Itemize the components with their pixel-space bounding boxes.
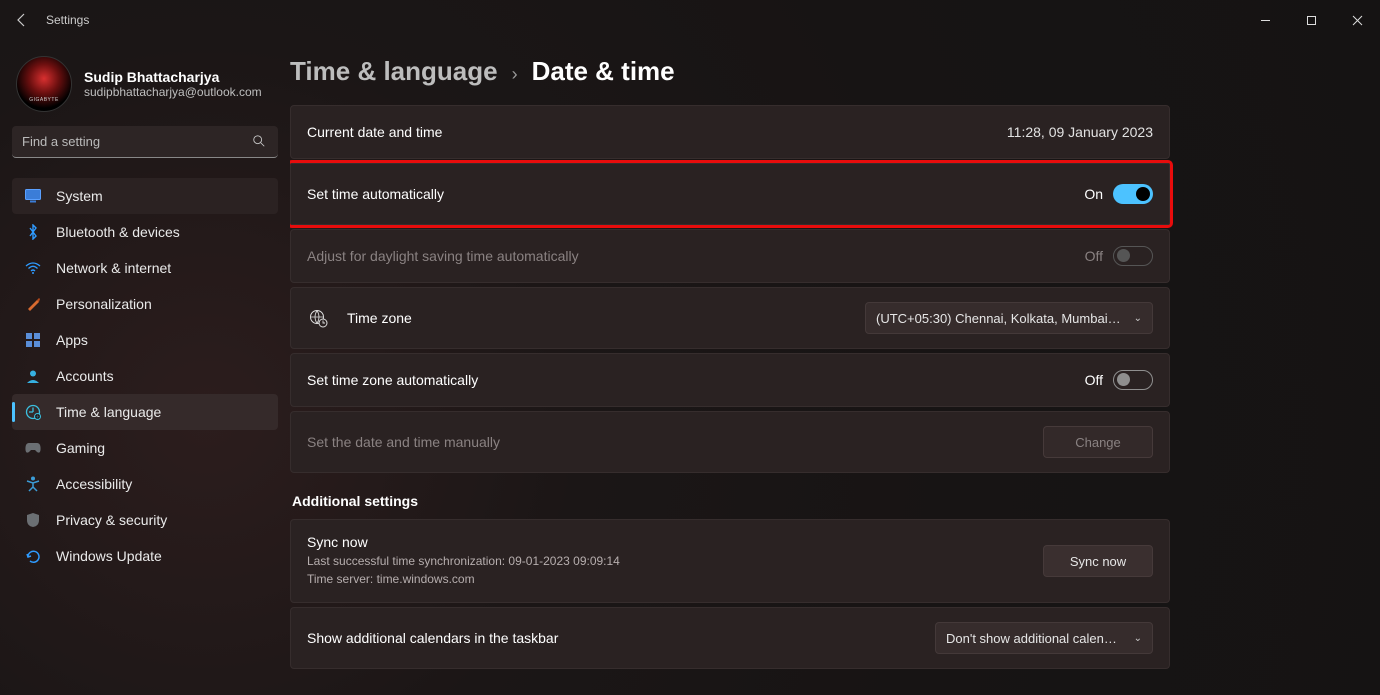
sidebar-item-label: Accessibility bbox=[56, 476, 132, 492]
globe-clock-icon bbox=[307, 307, 329, 329]
row-label: Show additional calendars in the taskbar bbox=[307, 630, 917, 646]
row-label: Adjust for daylight saving time automati… bbox=[307, 248, 1067, 264]
row-dst-auto: Adjust for daylight saving time automati… bbox=[290, 229, 1170, 283]
search-input-wrap[interactable] bbox=[12, 126, 278, 158]
paintbrush-icon bbox=[24, 295, 42, 313]
account-email: sudipbhattacharjya@outlook.com bbox=[84, 85, 262, 99]
row-label: Time zone bbox=[347, 310, 847, 326]
dropdown-value: (UTC+05:30) Chennai, Kolkata, Mumbai, Ne… bbox=[876, 311, 1124, 326]
wifi-icon bbox=[24, 259, 42, 277]
windows-update-icon bbox=[24, 547, 42, 565]
current-datetime-value: 11:28, 09 January 2023 bbox=[1007, 124, 1153, 140]
sidebar-item-label: Gaming bbox=[56, 440, 105, 456]
sidebar-item-personalization[interactable]: Personalization bbox=[12, 286, 278, 322]
sidebar-item-accounts[interactable]: Accounts bbox=[12, 358, 278, 394]
dropdown-value: Don't show additional calendars bbox=[946, 631, 1124, 646]
change-button: Change bbox=[1043, 426, 1153, 458]
sidebar-item-system[interactable]: System bbox=[12, 178, 278, 214]
row-additional-calendars: Show additional calendars in the taskbar… bbox=[290, 607, 1170, 669]
toggle-state-label: On bbox=[1084, 186, 1103, 202]
chevron-down-icon: ⌄ bbox=[1134, 313, 1142, 324]
sidebar-item-label: Accounts bbox=[56, 368, 114, 384]
bluetooth-icon bbox=[24, 223, 42, 241]
time-language-icon bbox=[24, 403, 42, 421]
row-label: Current date and time bbox=[307, 124, 989, 140]
row-current-datetime: Current date and time 11:28, 09 January … bbox=[290, 105, 1170, 159]
row-label: Set time automatically bbox=[307, 186, 1066, 202]
search-icon bbox=[252, 134, 268, 150]
sidebar-item-label: Personalization bbox=[56, 296, 152, 312]
main-content: Time & language › Date & time Current da… bbox=[290, 40, 1190, 695]
timezone-dropdown[interactable]: (UTC+05:30) Chennai, Kolkata, Mumbai, Ne… bbox=[865, 302, 1153, 334]
sidebar-item-gaming[interactable]: Gaming bbox=[12, 430, 278, 466]
toggle-dst-auto bbox=[1113, 246, 1153, 266]
row-timezone: Time zone (UTC+05:30) Chennai, Kolkata, … bbox=[290, 287, 1170, 349]
toggle-set-time-auto[interactable] bbox=[1113, 184, 1153, 204]
sidebar-item-windows-update[interactable]: Windows Update bbox=[12, 538, 278, 574]
chevron-down-icon: ⌄ bbox=[1134, 633, 1142, 644]
row-set-manual: Set the date and time manually Change bbox=[290, 411, 1170, 473]
sidebar-item-apps[interactable]: Apps bbox=[12, 322, 278, 358]
sync-time-server: Time server: time.windows.com bbox=[307, 570, 1025, 588]
system-icon bbox=[24, 187, 42, 205]
row-label: Set the date and time manually bbox=[307, 434, 1025, 450]
sidebar-item-label: Apps bbox=[56, 332, 88, 348]
sync-title: Sync now bbox=[307, 534, 1025, 550]
sidebar-item-label: Network & internet bbox=[56, 260, 171, 276]
back-button[interactable] bbox=[10, 8, 34, 32]
sidebar-item-label: Windows Update bbox=[56, 548, 162, 564]
gaming-icon bbox=[24, 439, 42, 457]
sidebar-item-label: Time & language bbox=[56, 404, 161, 420]
calendars-dropdown[interactable]: Don't show additional calendars ⌄ bbox=[935, 622, 1153, 654]
breadcrumb: Time & language › Date & time bbox=[290, 56, 1170, 87]
avatar bbox=[16, 56, 72, 112]
row-label: Set time zone automatically bbox=[307, 372, 1067, 388]
window-minimize-button[interactable] bbox=[1242, 0, 1288, 40]
row-set-tz-auto[interactable]: Set time zone automatically Off bbox=[290, 353, 1170, 407]
sync-last-sync: Last successful time synchronization: 09… bbox=[307, 552, 1025, 570]
shield-icon bbox=[24, 511, 42, 529]
toggle-set-tz-auto[interactable] bbox=[1113, 370, 1153, 390]
account-name: Sudip Bhattacharjya bbox=[84, 69, 262, 85]
window-close-button[interactable] bbox=[1334, 0, 1380, 40]
sidebar-item-time-language[interactable]: Time & language bbox=[12, 394, 278, 430]
app-title: Settings bbox=[46, 13, 89, 27]
row-sync-now: Sync now Last successful time synchroniz… bbox=[290, 519, 1170, 603]
nav-list: System Bluetooth & devices Network & int… bbox=[12, 178, 278, 574]
window-maximize-button[interactable] bbox=[1288, 0, 1334, 40]
apps-icon bbox=[24, 331, 42, 349]
sidebar-item-network[interactable]: Network & internet bbox=[12, 250, 278, 286]
search-input[interactable] bbox=[22, 134, 252, 149]
titlebar: Settings bbox=[0, 0, 1380, 40]
sidebar-item-accessibility[interactable]: Accessibility bbox=[12, 466, 278, 502]
breadcrumb-root[interactable]: Time & language bbox=[290, 56, 498, 87]
section-additional-title: Additional settings bbox=[292, 493, 1170, 509]
toggle-state-label: Off bbox=[1085, 248, 1103, 264]
accounts-icon bbox=[24, 367, 42, 385]
sidebar-item-bluetooth[interactable]: Bluetooth & devices bbox=[12, 214, 278, 250]
sidebar-item-label: Bluetooth & devices bbox=[56, 224, 180, 240]
account-block[interactable]: Sudip Bhattacharjya sudipbhattacharjya@o… bbox=[12, 50, 278, 126]
page-title: Date & time bbox=[532, 56, 675, 87]
toggle-state-label: Off bbox=[1085, 372, 1103, 388]
row-set-time-auto[interactable]: Set time automatically On bbox=[290, 163, 1170, 225]
sidebar-item-label: Privacy & security bbox=[56, 512, 167, 528]
sidebar-item-privacy[interactable]: Privacy & security bbox=[12, 502, 278, 538]
accessibility-icon bbox=[24, 475, 42, 493]
sidebar: Sudip Bhattacharjya sudipbhattacharjya@o… bbox=[0, 40, 290, 695]
chevron-right-icon: › bbox=[512, 64, 518, 85]
sidebar-item-label: System bbox=[56, 188, 103, 204]
sync-now-button[interactable]: Sync now bbox=[1043, 545, 1153, 577]
